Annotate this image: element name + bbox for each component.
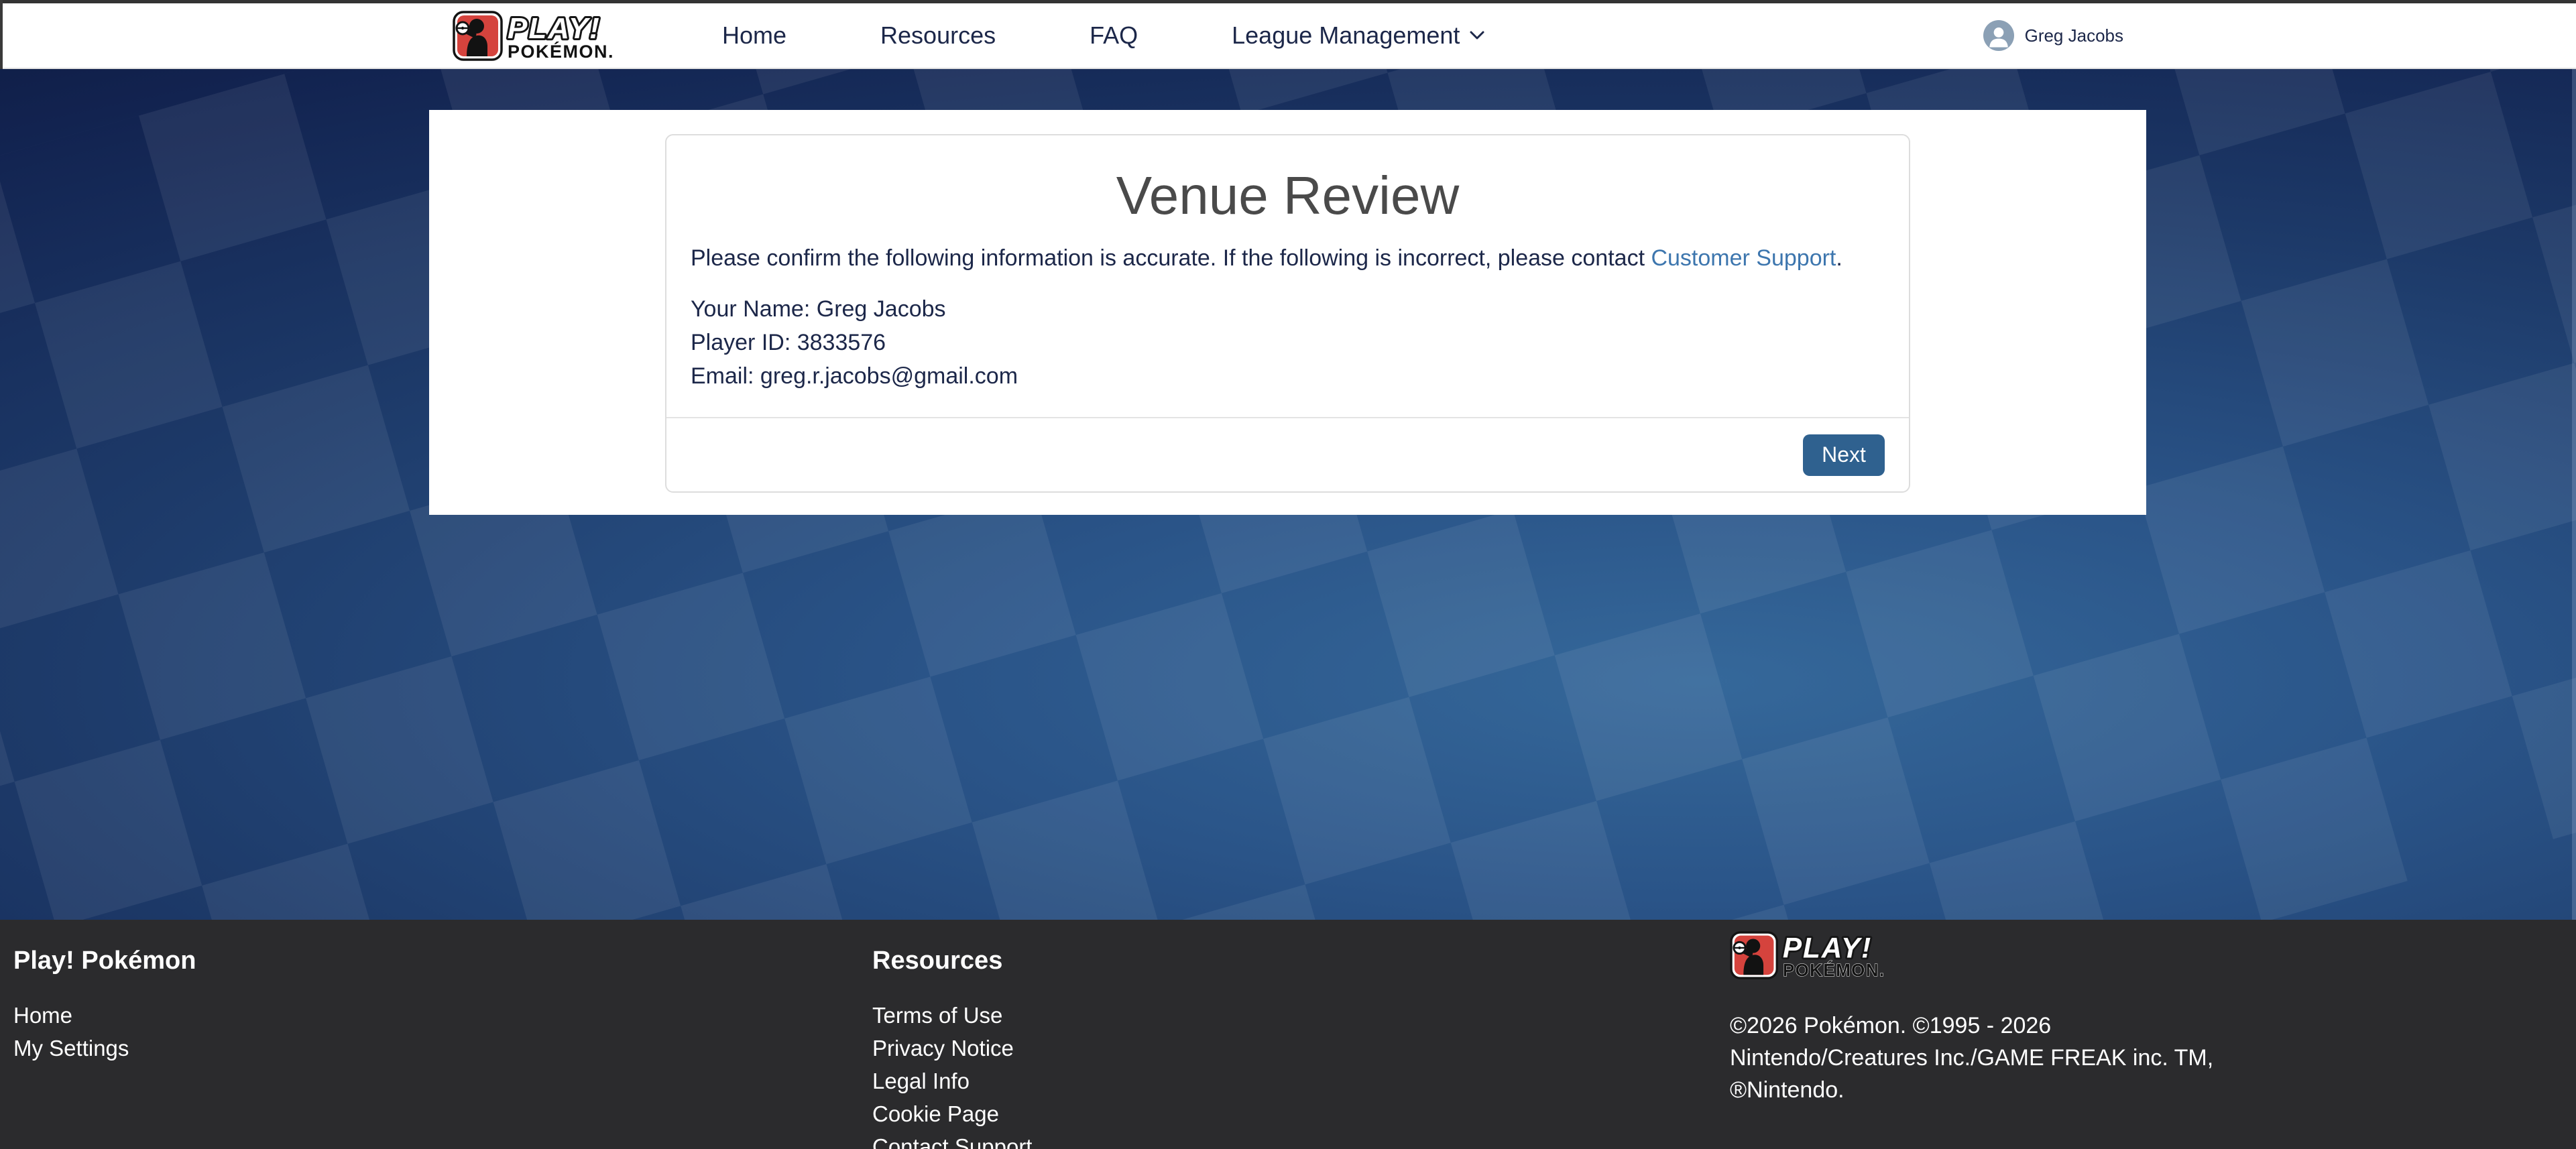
card-footer: Next [666, 417, 1909, 491]
footer-column-play-pokemon: Play! Pokémon Home My Settings [13, 920, 872, 1149]
next-button[interactable]: Next [1803, 434, 1885, 476]
play-pokemon-logo: PLAY! POKÉMON. [1730, 930, 1930, 979]
chevron-down-icon [1469, 30, 1485, 41]
footer-heading: Resources [872, 947, 1730, 975]
footer-link-terms-of-use[interactable]: Terms of Use [872, 999, 1730, 1032]
info-row-player-id: Player ID: 3833576 [691, 326, 1885, 359]
info-row-name: Your Name: Greg Jacobs [691, 292, 1885, 326]
nav-item-league-management[interactable]: League Management [1232, 21, 1485, 50]
footer-link-home[interactable]: Home [13, 999, 872, 1032]
footer-link-contact-support[interactable]: Contact Support [872, 1130, 1730, 1149]
page-title: Venue Review [691, 165, 1885, 227]
copyright-text: ©2026 Pokémon. ©1995 - 2026 Nintendo/Cre… [1730, 1010, 2239, 1106]
top-navbar: PLAY! POKÉMON. Home Resources FAQ League… [0, 0, 2576, 69]
info-row-email: Email: greg.r.jacobs@gmail.com [691, 359, 1885, 393]
footer-link-my-settings[interactable]: My Settings [13, 1032, 872, 1065]
brand-pokemon-text: POKÉMON. [508, 41, 614, 61]
nav-item-faq[interactable]: FAQ [1090, 21, 1138, 50]
window-edge [0, 0, 3, 69]
brand-play-text: PLAY! [1783, 932, 1872, 963]
footer-column-legal: PLAY! POKÉMON. ©2026 Pokémon. ©1995 - 20… [1730, 930, 2239, 1149]
card-body: Venue Review Please confirm the followin… [666, 135, 1909, 417]
play-pokemon-logo[interactable]: PLAY! POKÉMON. [453, 10, 660, 61]
brand-pokemon-text: POKÉMON. [1783, 961, 1885, 979]
player-info: Your Name: Greg Jacobs Player ID: 383357… [691, 292, 1885, 393]
footer-column-resources: Resources Terms of Use Privacy Notice Le… [872, 920, 1730, 1149]
pokeball-trainer-badge-icon [1731, 932, 1777, 978]
main-nav: Home Resources FAQ League Management [722, 21, 1485, 50]
page-footer: Play! Pokémon Home My Settings Resources… [0, 920, 2576, 1149]
intro-text: Please confirm the following information… [691, 243, 1885, 274]
customer-support-link[interactable]: Customer Support [1651, 245, 1836, 271]
footer-link-legal-info[interactable]: Legal Info [872, 1065, 1730, 1097]
user-menu[interactable]: Greg Jacobs [1983, 20, 2123, 51]
pokeball-trainer-badge-icon [454, 12, 502, 60]
page-background: Venue Review Please confirm the followin… [0, 69, 2576, 920]
venue-review-card: Venue Review Please confirm the followin… [665, 134, 1910, 493]
footer-heading: Play! Pokémon [13, 947, 872, 975]
footer-link-privacy-notice[interactable]: Privacy Notice [872, 1032, 1730, 1065]
user-name: Greg Jacobs [2025, 25, 2123, 46]
content-panel: Venue Review Please confirm the followin… [429, 110, 2146, 515]
footer-link-cookie-page[interactable]: Cookie Page [872, 1097, 1730, 1130]
user-avatar-icon [1983, 20, 2014, 51]
nav-item-resources[interactable]: Resources [880, 21, 996, 50]
brand-play-text: PLAY! [508, 12, 601, 45]
scrollbar[interactable] [2572, 69, 2576, 920]
nav-item-home[interactable]: Home [722, 21, 786, 50]
